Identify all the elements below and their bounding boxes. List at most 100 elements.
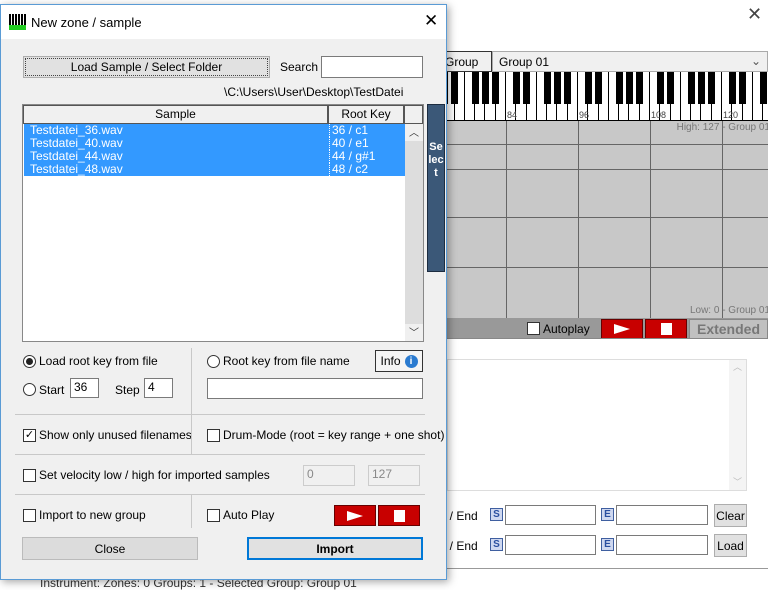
black-key[interactable] <box>687 72 695 104</box>
auto-play-checkbox[interactable] <box>207 509 220 522</box>
autoplay-label: Autoplay <box>543 322 590 336</box>
title-bar: New zone / sample ✕ <box>1 5 446 39</box>
import-button[interactable]: Import <box>247 537 423 560</box>
chevron-down-icon: ⌄ <box>750 54 761 68</box>
black-key[interactable] <box>636 72 644 104</box>
clear-button[interactable]: Clear <box>714 504 747 527</box>
black-key[interactable] <box>739 72 747 104</box>
black-key[interactable] <box>759 72 767 104</box>
step-label: Step <box>115 383 140 397</box>
s-icon: S <box>490 538 503 551</box>
black-key[interactable] <box>512 72 520 104</box>
load-sample-button[interactable]: Load Sample / Select Folder <box>23 56 270 78</box>
load-root-key-radio[interactable] <box>23 355 36 368</box>
import-new-group-label: Import to new group <box>39 508 146 522</box>
piano-app-icon <box>9 14 26 30</box>
end-input-2[interactable] <box>616 535 708 555</box>
close-icon[interactable]: ✕ <box>424 11 438 31</box>
start-input-2[interactable] <box>505 535 596 555</box>
list-item[interactable]: Testdatei_48.wav 48 / c2 <box>24 163 405 176</box>
end-input[interactable] <box>616 505 708 525</box>
step-input[interactable]: 4 <box>144 378 173 398</box>
search-label: Search <box>280 60 319 74</box>
velocity-high-input[interactable]: 127 <box>368 465 420 486</box>
black-key[interactable] <box>728 72 736 104</box>
black-key[interactable] <box>543 72 551 104</box>
black-key[interactable] <box>523 72 531 104</box>
close-button[interactable]: Close <box>22 537 198 560</box>
start-label: Start <box>39 383 65 397</box>
drum-mode-checkbox[interactable] <box>207 429 220 442</box>
start-radio[interactable] <box>23 383 36 396</box>
folder-path: C:\Users\User\Desktop\TestDatei\ <box>224 85 404 99</box>
group-select-value: Group 01 <box>499 55 550 69</box>
high-label: High: 127 - Group 01 <box>676 122 768 133</box>
text-area[interactable]: ︿ ﹀ <box>447 359 747 491</box>
autoplay-checkbox[interactable] <box>527 322 540 335</box>
black-key[interactable] <box>625 72 633 104</box>
black-key[interactable] <box>471 72 479 104</box>
sample-name: Testdatei_48.wav <box>30 162 123 176</box>
extended-button[interactable]: Extended <box>689 319 768 339</box>
info-icon: i <box>404 354 418 368</box>
play-button[interactable] <box>601 319 643 339</box>
black-key[interactable] <box>447 72 448 104</box>
low-label: Low: 0 - Group 01 <box>689 305 768 316</box>
black-key[interactable] <box>492 72 500 104</box>
e-icon: E <box>601 508 614 521</box>
stop-icon <box>660 323 672 335</box>
start-input[interactable]: 36 <box>70 378 99 398</box>
root-from-name-radio[interactable] <box>207 355 220 368</box>
group-select[interactable]: Group 01 ⌄ <box>492 51 768 72</box>
info-label: Info <box>380 354 401 368</box>
black-key[interactable] <box>584 72 592 104</box>
search-input[interactable] <box>321 56 423 78</box>
black-key[interactable] <box>656 72 664 104</box>
drum-mode-label: Drum-Mode (root = key range + one shot) <box>223 428 445 442</box>
black-key[interactable] <box>697 72 705 104</box>
play-icon <box>347 510 363 521</box>
load-root-key-label: Load root key from file <box>39 354 158 368</box>
octave-label: 120 <box>723 110 739 120</box>
black-key[interactable] <box>564 72 572 104</box>
black-key[interactable] <box>708 72 716 104</box>
auto-play-label: Auto Play <box>223 508 275 522</box>
velocity-low-input[interactable]: 0 <box>303 465 355 486</box>
start-input[interactable] <box>505 505 596 525</box>
root-from-name-input[interactable] <box>207 378 423 399</box>
preview-play-button[interactable] <box>334 505 376 526</box>
black-key[interactable] <box>481 72 489 104</box>
load-button[interactable]: Load <box>714 534 747 557</box>
e-icon: E <box>601 538 614 551</box>
play-icon <box>614 324 630 334</box>
piano-keyboard[interactable]: 84 96 108 120 <box>447 72 768 121</box>
column-header-root-key[interactable]: Root Key <box>328 105 404 124</box>
black-key[interactable] <box>667 72 675 104</box>
velocity-checkbox[interactable] <box>23 469 36 482</box>
list-scrollbar[interactable]: ︿ ﹀ <box>405 124 423 341</box>
black-key[interactable] <box>615 72 623 104</box>
preview-stop-button[interactable] <box>378 505 420 526</box>
octave-label: 96 <box>579 110 590 120</box>
show-unused-label: Show only unused filenames <box>39 428 192 442</box>
root-from-name-label: Root key from file name <box>223 354 350 368</box>
octave-label: 108 <box>651 110 667 120</box>
stop-button[interactable] <box>645 319 687 339</box>
select-button[interactable]: Select <box>427 104 445 272</box>
column-header-sample[interactable]: Sample <box>23 105 328 124</box>
s-icon: S <box>490 508 503 521</box>
info-button[interactable]: Info i <box>375 350 423 372</box>
scrollbar[interactable]: ︿ ﹀ <box>729 360 746 490</box>
root-key: 48 / c2 <box>329 163 368 176</box>
zone-grid[interactable]: High: 127 - Group 01 Low: 0 - Group 01 <box>447 121 768 318</box>
new-zone-dialog: New zone / sample ✕ Load Sample / Select… <box>0 4 447 580</box>
show-unused-checkbox[interactable]: ✓ <box>23 429 36 442</box>
close-icon[interactable]: ✕ <box>747 4 762 25</box>
black-key[interactable] <box>553 72 561 104</box>
octave-label: 84 <box>507 110 518 120</box>
velocity-label: Set velocity low / high for imported sam… <box>39 468 270 482</box>
black-key[interactable] <box>595 72 603 104</box>
black-key[interactable] <box>451 72 459 104</box>
import-new-group-checkbox[interactable] <box>23 509 36 522</box>
dialog-title: New zone / sample <box>31 15 142 30</box>
